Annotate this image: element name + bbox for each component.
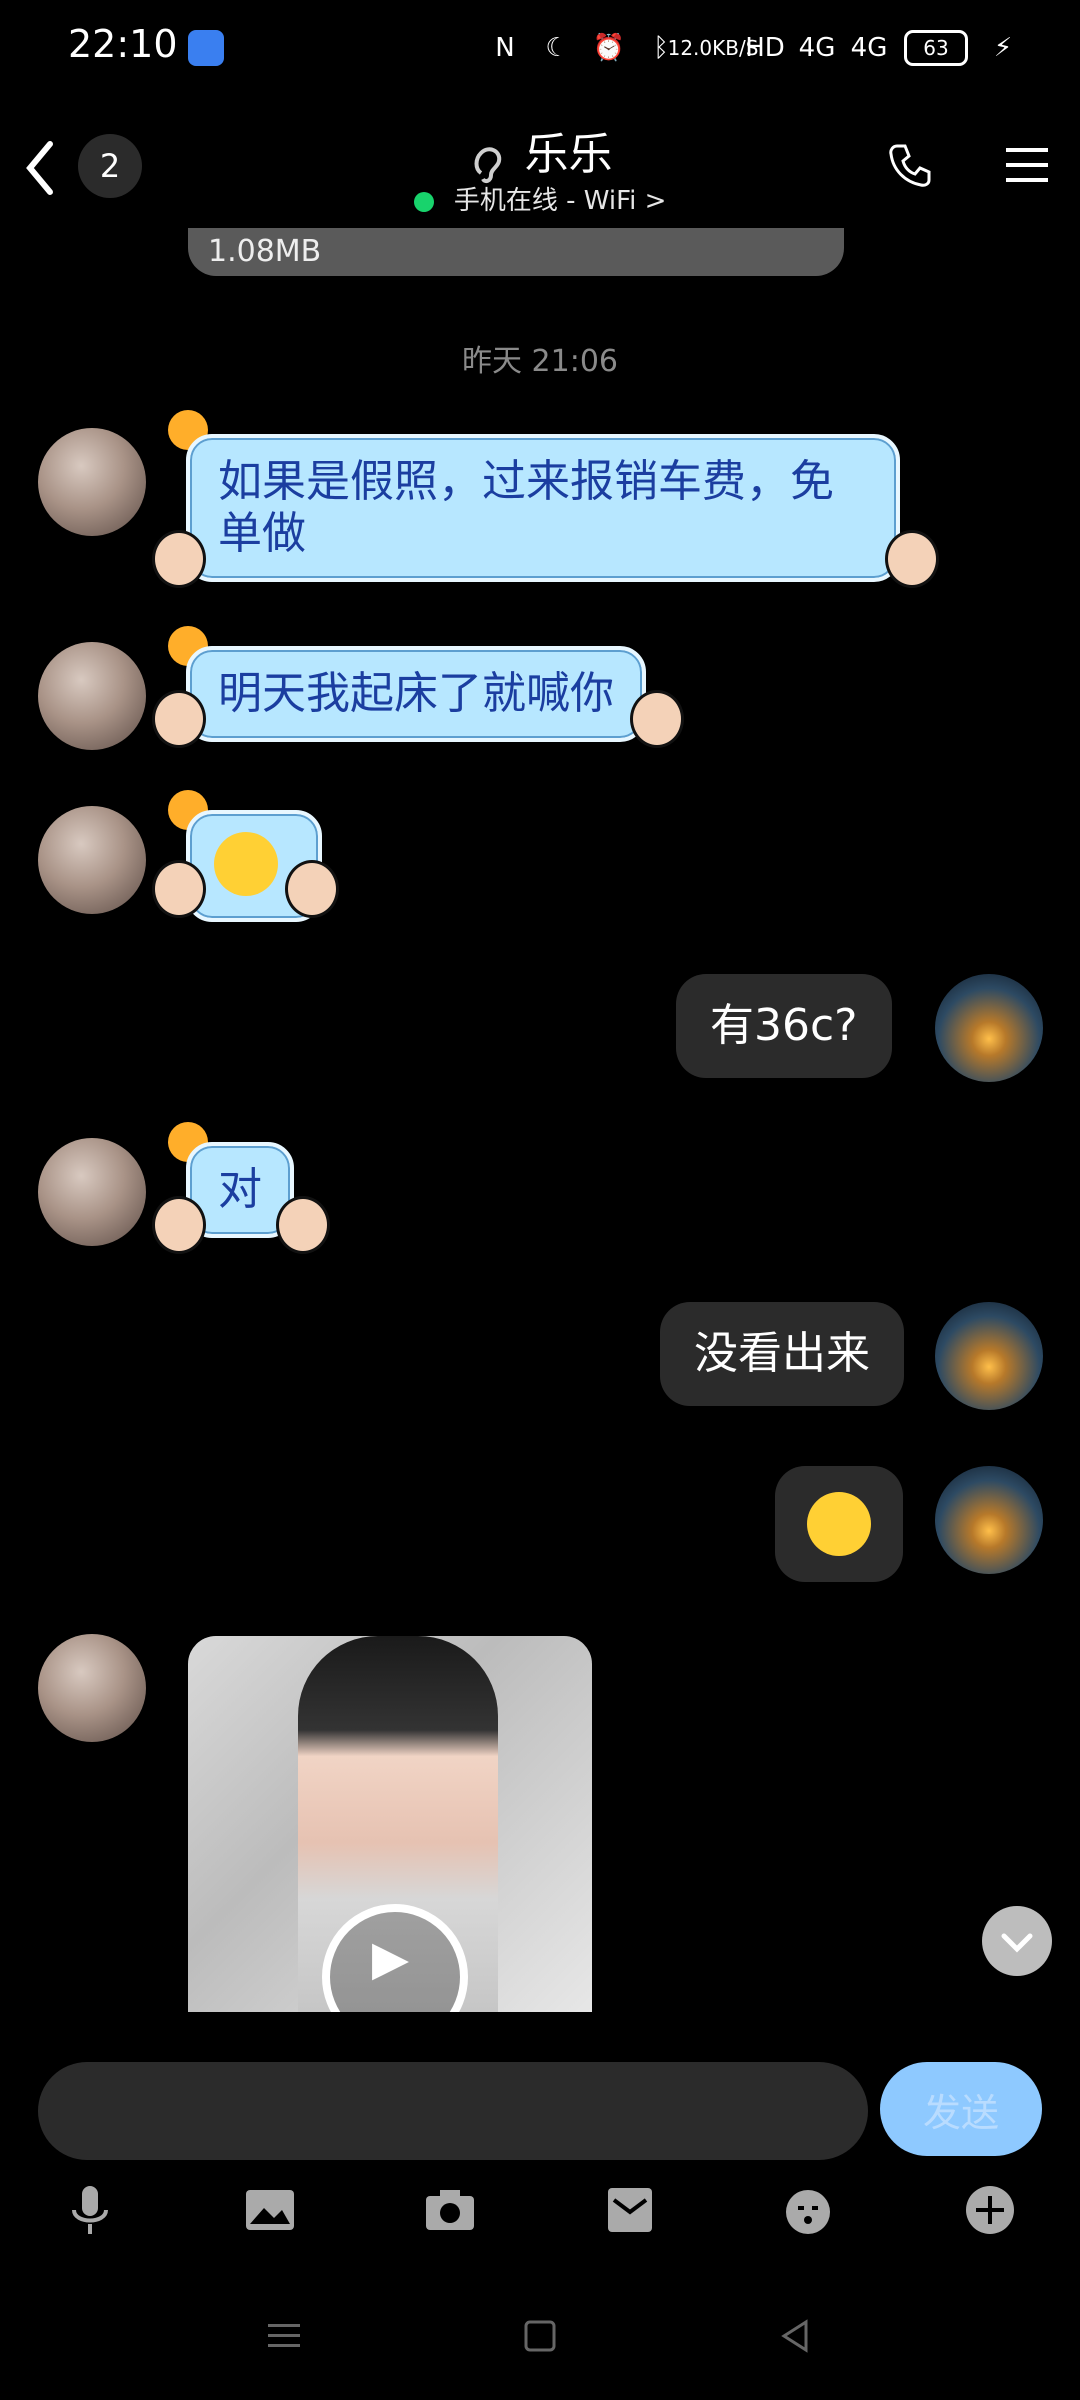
bubble-face-decoration <box>152 530 206 588</box>
net-speed: 12.0 KB/S <box>668 31 759 65</box>
sweat-face-icon <box>807 1492 871 1556</box>
status-time: 22:10 <box>68 22 178 66</box>
phone-icon[interactable] <box>885 140 935 190</box>
message-bubble[interactable]: 如果是假照，过来报销车费，免单做 <box>186 434 900 582</box>
hd-icon: HD <box>745 31 785 65</box>
battery-icon: 63 <box>904 30 968 66</box>
bubble-face-decoration <box>285 860 339 918</box>
contact-avatar[interactable] <box>38 806 146 914</box>
play-triangle <box>372 1943 409 1981</box>
message-timestamp: 昨天 21:06 <box>462 344 618 379</box>
contact-avatar[interactable] <box>38 1138 146 1246</box>
online-dot <box>413 191 434 212</box>
system-nav-bar <box>0 2300 1080 2400</box>
message-bubble[interactable]: 没看出来 <box>660 1302 904 1406</box>
signal-icon-1: 4G <box>798 31 836 65</box>
contact-avatar[interactable] <box>38 1634 146 1742</box>
my-avatar[interactable] <box>935 1302 1043 1410</box>
emoji-icon[interactable] <box>780 2180 840 2240</box>
status-icons: N ☾ ⏰ ᛒ 12.0 KB/S HD 4G 4G 63 ⚡ <box>488 22 1020 74</box>
camera-icon[interactable] <box>420 2180 480 2240</box>
recent-apps-icon[interactable] <box>264 2316 304 2356</box>
image-icon[interactable] <box>240 2180 300 2240</box>
blush-face-icon <box>214 832 278 896</box>
scroll-to-bottom-button[interactable] <box>982 1906 1052 1976</box>
message-text: 没看出来 <box>694 1328 870 1379</box>
bubble-face-decoration <box>885 530 939 588</box>
previous-attachment[interactable]: 1.08MB <box>188 228 844 276</box>
message-text: 对 <box>218 1164 262 1215</box>
message-bubble[interactable]: 明天我起床了就喊你 <box>186 646 646 742</box>
alarm-icon: ⏰ <box>592 33 626 63</box>
bubble-face-decoration <box>152 1196 206 1254</box>
battery-level: 63 <box>923 36 949 60</box>
plus-icon[interactable] <box>960 2180 1020 2240</box>
moon-icon: ☾ <box>545 33 569 63</box>
bubble-face-decoration <box>152 860 206 918</box>
home-icon[interactable] <box>520 2316 560 2356</box>
attachment-size: 1.08MB <box>208 234 322 269</box>
net-speed-value: 12.0 <box>667 36 713 60</box>
message-bubble[interactable] <box>775 1466 903 1582</box>
contact-name: 乐乐 <box>524 129 613 180</box>
status-bar: 22:10 N ☾ ⏰ ᛒ 12.0 KB/S HD 4G 4G 63 ⚡ <box>0 0 1080 96</box>
android-app-icon <box>188 30 224 66</box>
menu-icon[interactable] <box>1002 140 1052 190</box>
message-text: 有36c? <box>710 1000 858 1051</box>
envelope-icon[interactable] <box>600 2180 660 2240</box>
my-avatar[interactable] <box>935 1466 1043 1574</box>
online-status-text: 手机在线 - WiFi > <box>453 186 667 216</box>
hd-label: HD <box>745 33 785 63</box>
send-button[interactable]: 发送 <box>880 2062 1042 2156</box>
back-nav-icon[interactable] <box>776 2316 816 2356</box>
nfc-icon: N <box>495 33 515 63</box>
bubble-face-decoration <box>276 1196 330 1254</box>
my-avatar[interactable] <box>935 974 1043 1082</box>
charging-icon: ⚡ <box>993 33 1013 63</box>
message-bubble[interactable]: 有36c? <box>676 974 892 1078</box>
microphone-icon[interactable] <box>60 2180 120 2240</box>
message-text: 如果是假照，过来报销车费，免单做 <box>218 456 834 559</box>
bubble-face-decoration <box>152 690 206 748</box>
bubble-face-decoration <box>630 690 684 748</box>
chat-toolbar <box>0 2180 1080 2270</box>
message-input[interactable] <box>38 2062 868 2160</box>
video-message[interactable] <box>188 1636 592 2012</box>
net1-label: 4G <box>798 33 836 63</box>
contact-avatar[interactable] <box>38 428 146 536</box>
contact-avatar[interactable] <box>38 642 146 750</box>
signal-icon-2: 4G <box>850 31 888 65</box>
message-text: 明天我起床了就喊你 <box>218 668 614 719</box>
chevron-down-icon <box>1001 1933 1033 1953</box>
net2-label: 4G <box>850 33 888 63</box>
